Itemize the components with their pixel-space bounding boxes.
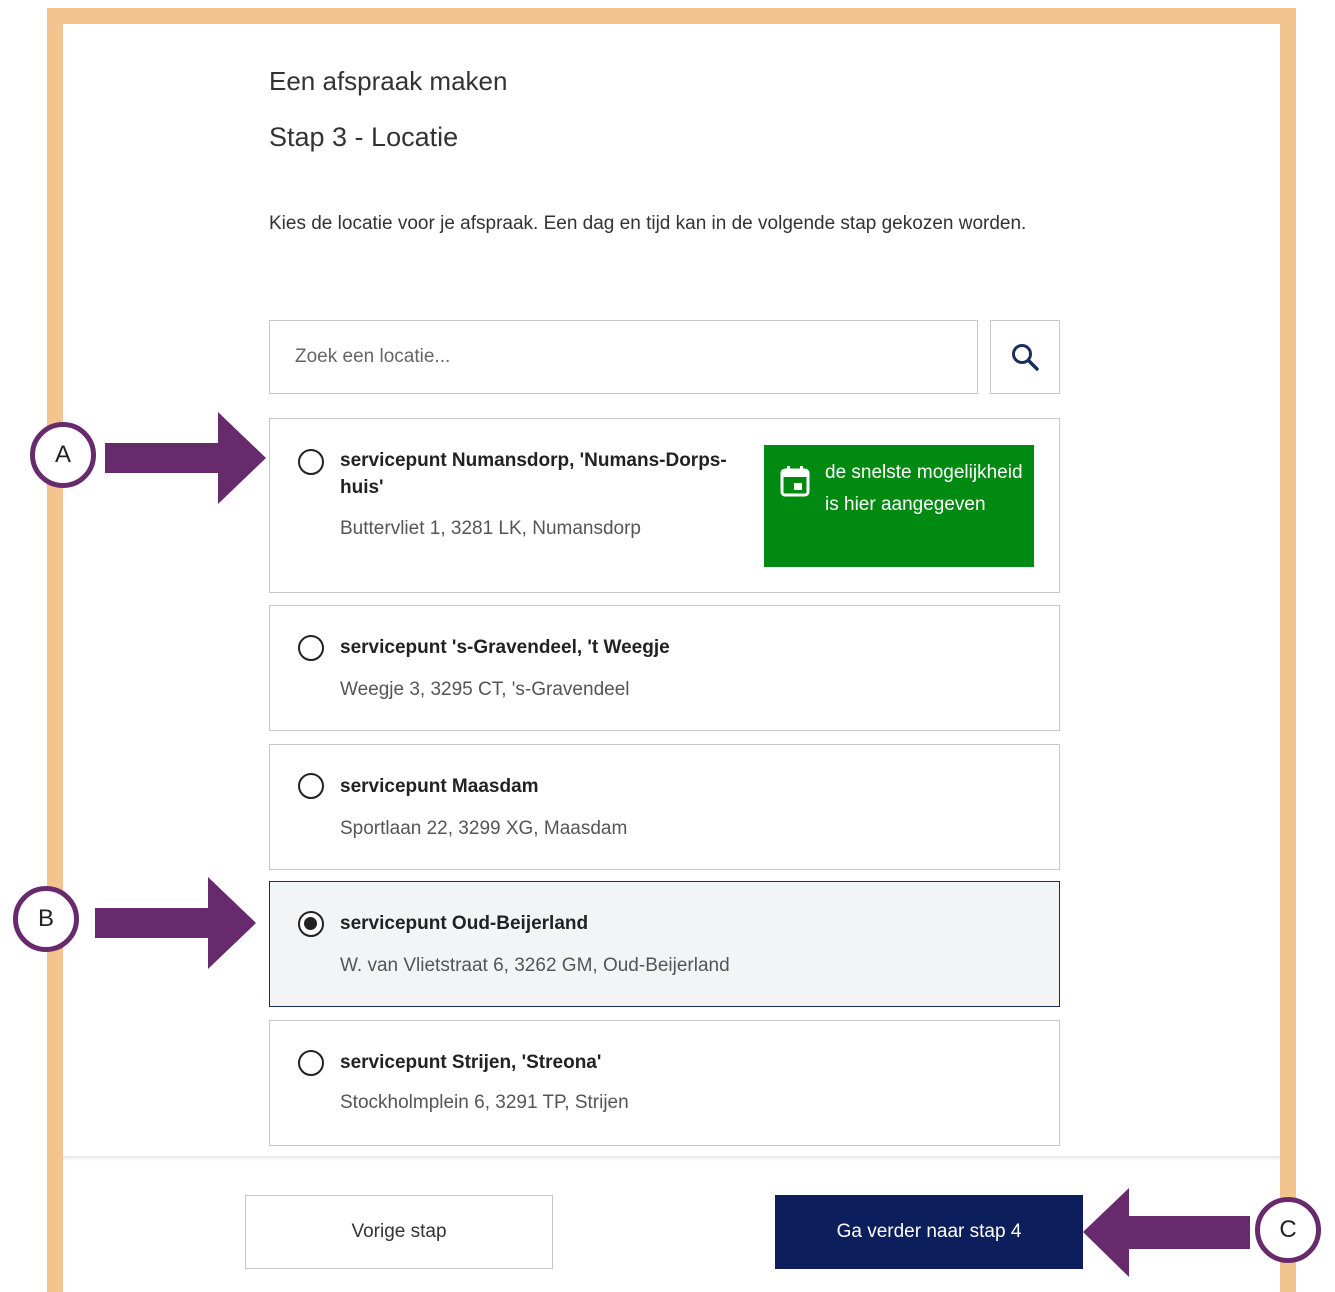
radio-button[interactable] <box>298 1050 324 1076</box>
location-option-numansdorp[interactable]: servicepunt Numansdorp, 'Numans-Dorps-hu… <box>269 418 1060 593</box>
step-heading: Stap 3 - Locatie <box>269 122 459 152</box>
location-address: Weegje 3, 3295 CT, 's-Gravendeel <box>340 679 630 700</box>
location-address: Sportlaan 22, 3299 XG, Maasdam <box>340 818 628 839</box>
location-name: servicepunt Strijen, 'Streona' <box>340 1052 602 1073</box>
location-address: Stockholmplein 6, 3291 TP, Strijen <box>340 1092 629 1113</box>
location-option-strijen[interactable]: servicepunt Strijen, 'Streona' Stockholm… <box>269 1020 1060 1146</box>
location-option-maasdam[interactable]: servicepunt Maasdam Sportlaan 22, 3299 X… <box>269 744 1060 870</box>
location-name: servicepunt Oud-Beijerland <box>340 913 589 934</box>
location-address: W. van Vlietstraat 6, 3262 GM, Oud-Beije… <box>340 955 730 976</box>
location-name: servicepunt Numansdorp, 'Numans-Dorps-hu… <box>340 450 727 498</box>
page-title: Een afspraak maken <box>269 66 508 96</box>
radio-button[interactable] <box>298 773 324 799</box>
location-name: servicepunt Maasdam <box>340 776 539 797</box>
intro-text: Kies de locatie voor je afspraak. Een da… <box>269 213 1027 234</box>
calendar-icon <box>780 465 810 502</box>
next-step-button[interactable]: Ga verder naar stap 4 <box>775 1195 1083 1269</box>
fastest-option-badge: de snelste mogelijkheid is hier aangegev… <box>764 445 1034 567</box>
location-address: Buttervliet 1, 3281 LK, Numansdorp <box>340 518 642 539</box>
location-option-oud-beijerland[interactable]: servicepunt Oud-Beijerland W. van Vliets… <box>269 881 1060 1007</box>
annotation-marker-a: A <box>30 422 96 488</box>
radio-button-selected[interactable] <box>298 911 324 937</box>
search-button[interactable] <box>990 320 1060 394</box>
location-option-s-gravendeel[interactable]: servicepunt 's-Gravendeel, 't Weegje Wee… <box>269 605 1060 731</box>
previous-step-button[interactable]: Vorige stap <box>245 1195 553 1269</box>
location-name: servicepunt 's-Gravendeel, 't Weegje <box>340 637 670 658</box>
annotation-marker-b: B <box>13 886 79 952</box>
search-input[interactable] <box>269 320 978 394</box>
annotation-marker-c: C <box>1255 1197 1321 1263</box>
radio-button[interactable] <box>298 635 324 661</box>
radio-button[interactable] <box>298 449 324 475</box>
footer-divider <box>63 1156 1280 1161</box>
badge-text: de snelste mogelijkheid is hier aangegev… <box>825 462 1023 515</box>
search-icon <box>1012 344 1039 371</box>
